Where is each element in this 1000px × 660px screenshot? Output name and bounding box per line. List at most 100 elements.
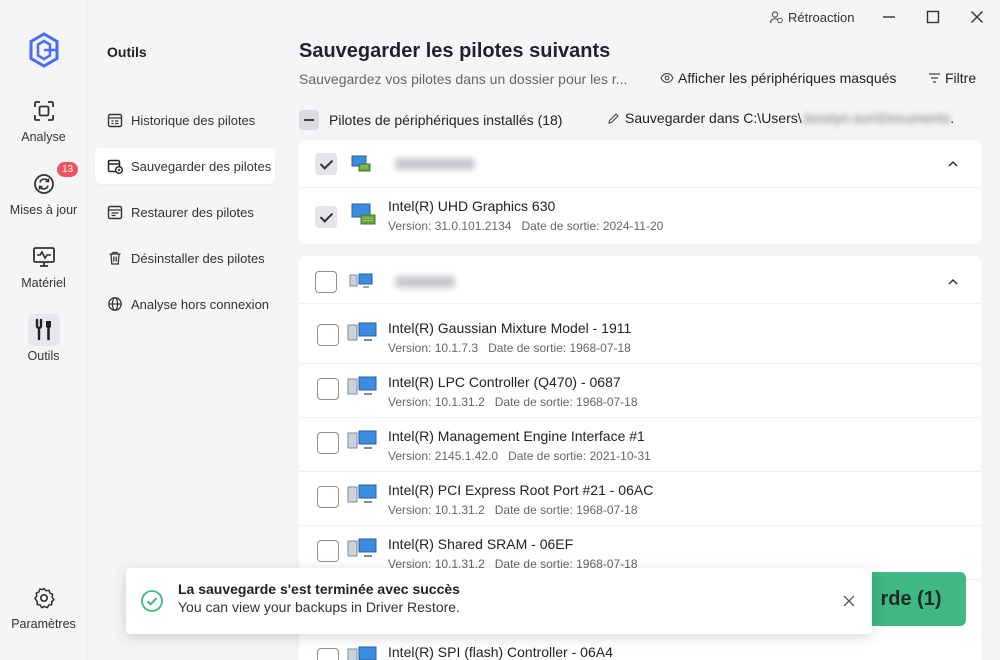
driver-row[interactable]: Intel(R) UHD Graphics 630 Version: 31.0.… <box>299 188 981 242</box>
maximize-icon[interactable] <box>926 10 940 24</box>
driver-row[interactable]: Intel(R) PCI Express Root Port #21 - 06A… <box>299 472 981 526</box>
driver-meta: Version: 10.1.7.3 Date de sortie: 1968-07… <box>388 341 631 355</box>
tool-sauvegarder[interactable]: Sauvegarder des pilotes <box>95 148 275 184</box>
tool-desinstaller[interactable]: Désinstaller des pilotes <box>95 240 275 276</box>
group-checkbox[interactable] <box>315 153 337 175</box>
pencil-icon <box>608 112 619 124</box>
rail-label: Matériel <box>21 276 66 290</box>
computer-icon <box>347 646 377 660</box>
rail-label: Outils <box>27 349 60 363</box>
group-header[interactable] <box>299 140 981 188</box>
trash-icon <box>109 251 121 265</box>
driver-date: Date de sortie: 1968-07-18 <box>494 503 638 517</box>
group-name-blurred <box>395 276 455 288</box>
computer-icon <box>347 538 377 557</box>
restore-icon <box>107 205 123 220</box>
tools-title: Outils <box>107 44 147 60</box>
driver-meta: Version: 31.0.101.2134 Date de sortie: 20… <box>388 219 663 233</box>
driver-row[interactable]: Intel(R) LPC Controller (Q470) - 0687 Ve… <box>299 364 981 418</box>
driver-name: Intel(R) UHD Graphics 630 <box>388 198 556 214</box>
save-location[interactable]: Sauvegarder dans C:\Users\ Jocelyn.sun\D… <box>607 110 954 126</box>
calendar-list-icon <box>107 113 123 128</box>
rail-label: Paramètres <box>11 617 76 631</box>
show-hidden-devices-link[interactable]: Afficher les périphériques masqués <box>660 70 896 86</box>
display-adapter-icon <box>351 155 371 172</box>
toast-message: You can view your backups in Driver Rest… <box>178 599 460 615</box>
toast-title: La sauvegarde s'est terminée avec succès <box>178 581 460 597</box>
app-logo-icon <box>29 32 59 68</box>
refresh-icon <box>33 174 54 194</box>
display-adapter-icon <box>351 203 376 225</box>
rail-item-outils[interactable]: Outils <box>0 314 87 363</box>
driver-name: Intel(R) PCI Express Root Port #21 - 06A… <box>388 482 654 498</box>
chevron-up-icon[interactable] <box>947 158 959 170</box>
show-hidden-label: Afficher les périphériques masqués <box>678 70 897 86</box>
driver-version: Version: 10.1.7.3 <box>388 341 479 355</box>
driver-row[interactable]: Intel(R) Management Engine Interface #1 … <box>299 418 981 472</box>
group-name-blurred <box>395 158 475 170</box>
driver-name: Intel(R) SPI (flash) Controller - 06A4 <box>388 644 613 660</box>
driver-meta: Version: 10.1.31.2 Date de sortie: 1968-0… <box>388 395 638 409</box>
tool-label: Analyse hors connexion <box>131 296 270 312</box>
close-window-icon[interactable] <box>970 10 984 24</box>
filter-icon <box>929 73 940 83</box>
computer-icon <box>347 430 377 449</box>
driver-checkbox[interactable] <box>317 432 339 454</box>
computer-icon <box>347 322 377 341</box>
tool-historique[interactable]: Historique des pilotes <box>95 102 275 138</box>
filter-label: Filtre <box>945 70 977 86</box>
installed-drivers-header: Pilotes de périphériques installés (18) <box>299 108 562 132</box>
driver-checkbox[interactable] <box>317 648 339 660</box>
gear-icon <box>33 587 55 609</box>
driver-version: Version: 2145.1.42.0 <box>388 449 499 463</box>
driver-checkbox[interactable] <box>317 324 339 346</box>
installed-label: Pilotes de périphériques installés (18) <box>329 112 563 128</box>
monitor-pulse-icon <box>32 247 55 267</box>
chevron-up-icon[interactable] <box>947 276 959 288</box>
page-title: Sauvegarder les pilotes suivants <box>299 40 611 62</box>
feedback-label: Rétroaction <box>788 9 855 25</box>
select-all-checkbox[interactable] <box>299 110 319 130</box>
tool-analyse-hors-connexion[interactable]: Analyse hors connexion <box>95 286 275 322</box>
driver-name: Intel(R) LPC Controller (Q470) - 0687 <box>388 374 621 390</box>
save-location-label: Sauvegarder dans C:\Users\ <box>625 110 802 126</box>
success-toast: La sauvegarde s'est terminée avec succès… <box>126 568 872 634</box>
driver-checkbox[interactable] <box>315 206 337 228</box>
rail-item-analyse[interactable]: Analyse <box>0 95 87 144</box>
main-panel: Rétroaction Sauvegarder les pilotes suiv… <box>280 0 1000 660</box>
filter-button[interactable]: Filtre <box>928 70 976 86</box>
rail-item-parametres[interactable]: Paramètres <box>0 582 87 631</box>
tools-icon <box>35 318 51 341</box>
driver-row[interactable]: Intel(R) SPI (flash) Controller - 06A4 <box>299 634 981 660</box>
left-rail: Analyse 13 Mises à jour Matériel Outils <box>0 0 87 660</box>
driver-date: Date de sortie: 2021-10-31 <box>508 449 651 463</box>
group-header[interactable] <box>299 256 981 304</box>
computer-icon <box>347 484 377 503</box>
eye-icon <box>660 73 674 83</box>
close-icon[interactable] <box>842 594 856 608</box>
driver-checkbox[interactable] <box>317 540 339 562</box>
save-location-path: Jocelyn.sun\Documents <box>801 110 951 126</box>
update-count-badge: 13 <box>57 162 79 177</box>
driver-name: Intel(R) Gaussian Mixture Model - 1911 <box>388 320 632 336</box>
rail-item-mises-a-jour[interactable]: 13 Mises à jour <box>0 162 87 217</box>
driver-date: Date de sortie: 2024-11-20 <box>521 219 664 233</box>
tools-panel: Outils Historique des pilotes Sauvegarde… <box>88 0 280 660</box>
driver-date: Date de sortie: 1968-07-18 <box>488 341 631 355</box>
feedback-button[interactable]: Rétroaction <box>769 8 854 26</box>
driver-row[interactable]: Intel(R) Gaussian Mixture Model - 1911 V… <box>299 310 981 364</box>
minimize-icon[interactable] <box>882 10 896 24</box>
computer-icon <box>349 273 373 288</box>
driver-meta: Version: 10.1.31.2 Date de sortie: 1968-0… <box>388 503 638 517</box>
driver-checkbox[interactable] <box>317 378 339 400</box>
driver-version: Version: 10.1.31.2 <box>388 395 485 409</box>
tool-label: Historique des pilotes <box>131 112 256 128</box>
tool-restaurer[interactable]: Restaurer des pilotes <box>95 194 275 230</box>
computer-icon <box>347 376 377 395</box>
globe-icon <box>108 297 122 311</box>
driver-meta: Version: 2145.1.42.0 Date de sortie: 2021… <box>388 449 651 463</box>
rail-label: Mises à jour <box>9 203 78 217</box>
driver-checkbox[interactable] <box>317 486 339 508</box>
group-checkbox[interactable] <box>315 271 337 293</box>
rail-item-materiel[interactable]: Matériel <box>0 241 87 290</box>
